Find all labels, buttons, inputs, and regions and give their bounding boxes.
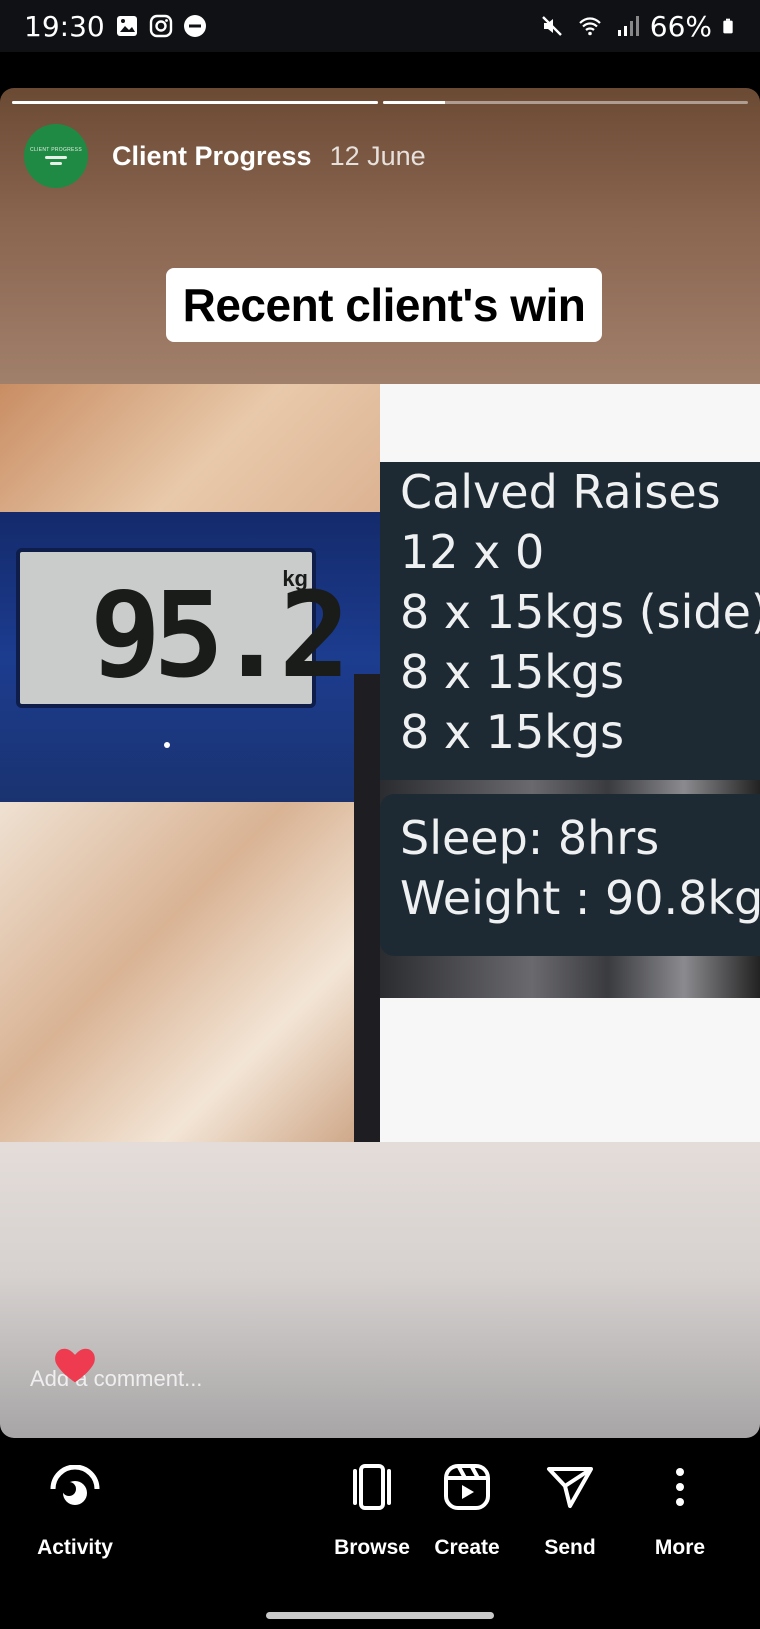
mute-icon bbox=[541, 16, 562, 36]
more-label: More bbox=[654, 1536, 706, 1559]
scale-unit: kg bbox=[282, 566, 308, 591]
send-icon bbox=[543, 1460, 597, 1514]
story-header: CLIENT PROGRESS Client Progress 12 June bbox=[24, 124, 426, 188]
workout-line: 8 x 15kgs bbox=[400, 645, 625, 699]
create-label: Create bbox=[434, 1536, 500, 1559]
caption-sticker: Recent client's win bbox=[166, 268, 602, 342]
sleep-stat: Sleep: 8hrs bbox=[400, 811, 660, 865]
activity-label: Activity bbox=[37, 1536, 113, 1559]
status-left: 19:30 bbox=[24, 10, 207, 43]
scale-dot bbox=[164, 742, 170, 748]
activity-button[interactable]: Activity bbox=[15, 1460, 135, 1560]
status-right: 66% bbox=[540, 10, 738, 43]
do-not-disturb-icon bbox=[183, 15, 206, 37]
workout-box: Calved Raises 12 x 0 8 x 15kgs (side) 8 … bbox=[380, 462, 760, 780]
scale-body: 95.2 kg bbox=[0, 512, 380, 802]
more-button[interactable]: More bbox=[620, 1460, 740, 1560]
eye-icon bbox=[48, 1460, 102, 1514]
workout-screenshot: Calved Raises 12 x 0 8 x 15kgs (side) 8 … bbox=[380, 384, 760, 1142]
battery-icon bbox=[723, 18, 733, 34]
wifi-icon bbox=[578, 17, 601, 36]
comment-input[interactable]: Add a comment... bbox=[30, 1348, 202, 1392]
browse-label: Browse bbox=[334, 1536, 410, 1559]
gallery-icon bbox=[116, 16, 137, 36]
avatar[interactable]: CLIENT PROGRESS bbox=[24, 124, 88, 188]
weight-stat: Weight : 90.8kgs bbox=[400, 871, 760, 925]
progress-segment bbox=[12, 101, 378, 104]
send-button[interactable]: Send bbox=[510, 1460, 630, 1560]
browse-icon bbox=[345, 1460, 399, 1514]
workout-line: 8 x 15kgs bbox=[400, 705, 625, 759]
more-icon bbox=[653, 1460, 707, 1514]
story-progress bbox=[12, 101, 748, 104]
send-label: Send bbox=[544, 1536, 596, 1559]
avatar-text: CLIENT PROGRESS bbox=[30, 147, 82, 153]
status-bar: 19:30 66% bbox=[0, 0, 760, 52]
progress-segment bbox=[382, 101, 748, 104]
reels-icon bbox=[440, 1460, 494, 1514]
avatar-line bbox=[45, 156, 67, 159]
create-button[interactable]: Create bbox=[407, 1460, 527, 1560]
home-indicator[interactable] bbox=[266, 1612, 494, 1619]
post-date: 12 June bbox=[329, 140, 426, 171]
workout-line: 12 x 0 bbox=[400, 525, 545, 579]
stats-box: Sleep: 8hrs Weight : 90.8kgs bbox=[380, 794, 760, 956]
signal-icon bbox=[617, 16, 639, 36]
caption-text: Recent client's win bbox=[182, 279, 586, 331]
floor-tile bbox=[0, 802, 380, 1142]
workout-line: 8 x 15kgs (side) bbox=[400, 585, 760, 639]
status-time: 19:30 bbox=[24, 9, 105, 43]
story-viewer[interactable]: CLIENT PROGRESS Client Progress 12 June … bbox=[0, 88, 760, 1438]
scale-photo: 95.2 kg bbox=[0, 384, 380, 1142]
progress-fill bbox=[382, 101, 445, 104]
scale-display: 95.2 kg bbox=[16, 548, 350, 708]
instagram-icon bbox=[149, 14, 172, 38]
workout-line: Calved Raises bbox=[400, 465, 721, 519]
bottom-nav: Activity Browse Create Send More bbox=[0, 1438, 760, 1629]
battery-percent: 66% bbox=[649, 9, 712, 43]
heart-icon[interactable] bbox=[52, 1342, 98, 1388]
avatar-line bbox=[50, 162, 62, 165]
account-name[interactable]: Client Progress bbox=[112, 141, 312, 172]
scale-edge bbox=[354, 674, 380, 1142]
progress-fill bbox=[12, 101, 378, 104]
